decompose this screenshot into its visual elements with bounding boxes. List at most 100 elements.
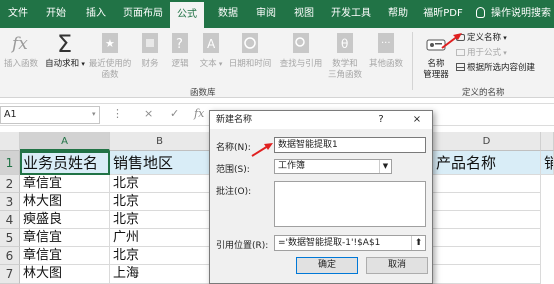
cell-a[interactable]: 章信宜 [20, 229, 110, 247]
tab-foxit-pdf[interactable]: 福昕PDF [418, 0, 468, 28]
fx-icon: fx [10, 34, 28, 54]
tab-review[interactable]: 审阅 [250, 0, 282, 28]
comment-textarea[interactable] [274, 181, 426, 227]
row-header[interactable]: 3 [0, 193, 20, 211]
scope-select[interactable]: 工作簿 ▼ [274, 159, 392, 174]
row-header[interactable]: 4 [0, 211, 20, 229]
defined-names-group-label: 定义的名称 [462, 88, 505, 98]
sigma-icon: Σ [57, 30, 72, 56]
svg-text:?: ? [176, 37, 183, 52]
more-functions-button[interactable]: ··· 其他函数 [366, 30, 406, 70]
cancel-icon[interactable]: × [144, 107, 153, 120]
cell-b[interactable]: 广州 [110, 229, 210, 247]
cell-b[interactable]: 北京 [110, 247, 210, 265]
dialog-close-button[interactable]: × [410, 111, 424, 129]
row-header[interactable]: 2 [0, 175, 20, 193]
tab-insert[interactable]: 插入 [80, 0, 112, 28]
cell-b[interactable]: 北京 [110, 175, 210, 193]
tab-developer[interactable]: 开发工具 [326, 0, 376, 28]
ok-button[interactable]: 确定 [296, 257, 358, 274]
ribbon-group-separator [412, 32, 413, 90]
cell-d[interactable] [433, 193, 541, 211]
row-header[interactable]: 5 [0, 229, 20, 247]
financial-label: 财务 [141, 59, 159, 69]
insert-function-button[interactable]: fx 插入函数 [2, 30, 40, 70]
column-header-e[interactable] [541, 132, 554, 151]
cell-b[interactable]: 北京 [110, 193, 210, 211]
enter-icon[interactable]: ✓ [170, 107, 179, 120]
refers-to-input[interactable]: ='数据智能提取-1'!$A$1 ⬆ [274, 235, 426, 251]
tab-formulas[interactable]: 公式 [170, 2, 204, 28]
cancel-button[interactable]: 取消 [366, 257, 428, 274]
cell-a[interactable]: 瘐盛良 [20, 211, 110, 229]
tab-help[interactable]: 帮助 [382, 0, 414, 28]
use-in-formula-label: 用于公式 [467, 48, 502, 58]
insert-function-icon[interactable]: fx [194, 107, 204, 120]
row-header[interactable]: 7 [0, 265, 20, 284]
name-input[interactable]: 数据智能提取1 [274, 137, 426, 153]
cell-b[interactable]: 上海 [110, 265, 210, 284]
logical-button[interactable]: ? 逻辑 [166, 30, 194, 70]
annotation-arrow-name-input [251, 143, 273, 157]
use-in-formula-icon [456, 49, 465, 56]
function-library-group-label: 函数库 [190, 88, 216, 98]
cell-e1[interactable]: 销 [541, 151, 554, 175]
create-from-selection-button[interactable]: 根据所选内容创建 [456, 62, 535, 74]
cell-a[interactable]: 林大图 [20, 265, 110, 284]
autosum-button[interactable]: Σ 自动求和 ▾ [44, 30, 86, 70]
cell-a[interactable]: 林大图 [20, 193, 110, 211]
cell-d[interactable] [433, 247, 541, 265]
tab-page-layout[interactable]: 页面布局 [118, 0, 168, 28]
name-box-dropdown-icon[interactable]: ▾ [92, 110, 96, 118]
tab-home[interactable]: 开始 [40, 0, 72, 28]
recently-used-button[interactable]: ★ 最近使用的 函数 [86, 30, 134, 81]
cell-a[interactable]: 章信宜 [20, 247, 110, 265]
cell-d[interactable] [433, 265, 541, 284]
tab-file[interactable]: 文件 [2, 0, 34, 28]
cell-b1[interactable]: 销售地区 [110, 151, 210, 175]
financial-button[interactable]: 财务 [136, 30, 164, 70]
cell-a1[interactable]: 业务员姓名 [20, 151, 110, 175]
text-button[interactable]: A 文本 ▾ [196, 30, 226, 70]
recently-used-label: 最近使用的 [88, 59, 132, 69]
insert-function-label: 插入函数 [3, 59, 38, 69]
recently-used-label-2: 函数 [101, 70, 119, 80]
column-header-a[interactable]: A [20, 132, 110, 151]
svg-text:···: ··· [381, 38, 391, 49]
svg-text:fx: fx [10, 34, 28, 54]
refers-to-label: 引用位置(R): [216, 241, 269, 251]
clock-icon [242, 33, 258, 53]
row-header[interactable]: 6 [0, 247, 20, 265]
date-time-button[interactable]: 日期和时间 [226, 30, 274, 70]
row-header[interactable]: 1 [0, 151, 20, 175]
collapse-dialog-icon[interactable]: ⬆ [411, 236, 425, 250]
dialog-help-button[interactable]: ? [374, 111, 388, 129]
refers-to-value: ='数据智能提取-1'!$A$1 [278, 238, 381, 248]
tell-me-search[interactable]: 操作说明搜索 [476, 0, 551, 28]
cell-d[interactable] [433, 211, 541, 229]
lookup-ref-label: 查找与引用 [279, 59, 323, 69]
ribbon-formulas: fx 插入函数 Σ 自动求和 ▾ ★ 最近使用的 函数 财务 ? 逻辑 A 文本 … [0, 28, 554, 98]
text-book-icon: A [203, 33, 219, 53]
select-all-corner[interactable] [0, 132, 20, 151]
logical-label: 逻辑 [171, 59, 189, 69]
cell-b[interactable]: 北京 [110, 211, 210, 229]
tab-view[interactable]: 视图 [288, 0, 320, 28]
scope-label: 范围(S): [216, 165, 250, 175]
name-box[interactable]: A1 [0, 106, 100, 124]
lightbulb-icon [476, 7, 485, 18]
grid-icon [456, 63, 465, 71]
column-header-d[interactable]: D [433, 132, 541, 151]
column-header-b[interactable]: B [110, 132, 210, 151]
cell-d1[interactable]: 产品名称 [433, 151, 541, 175]
cell-d[interactable] [433, 175, 541, 193]
dialog-title: 新建名称 [210, 111, 432, 129]
lookup-ref-button[interactable]: 查找与引用 [276, 30, 326, 70]
tell-me-label: 操作说明搜索 [491, 8, 551, 19]
math-trig-button[interactable]: θ 数学和 三角函数 [326, 30, 364, 81]
create-from-selection-label: 根据所选内容创建 [467, 63, 536, 73]
cell-a[interactable]: 章信宜 [20, 175, 110, 193]
math-trig-label-2: 三角函数 [327, 70, 362, 80]
cell-d[interactable] [433, 229, 541, 247]
tab-data[interactable]: 数据 [212, 0, 244, 28]
